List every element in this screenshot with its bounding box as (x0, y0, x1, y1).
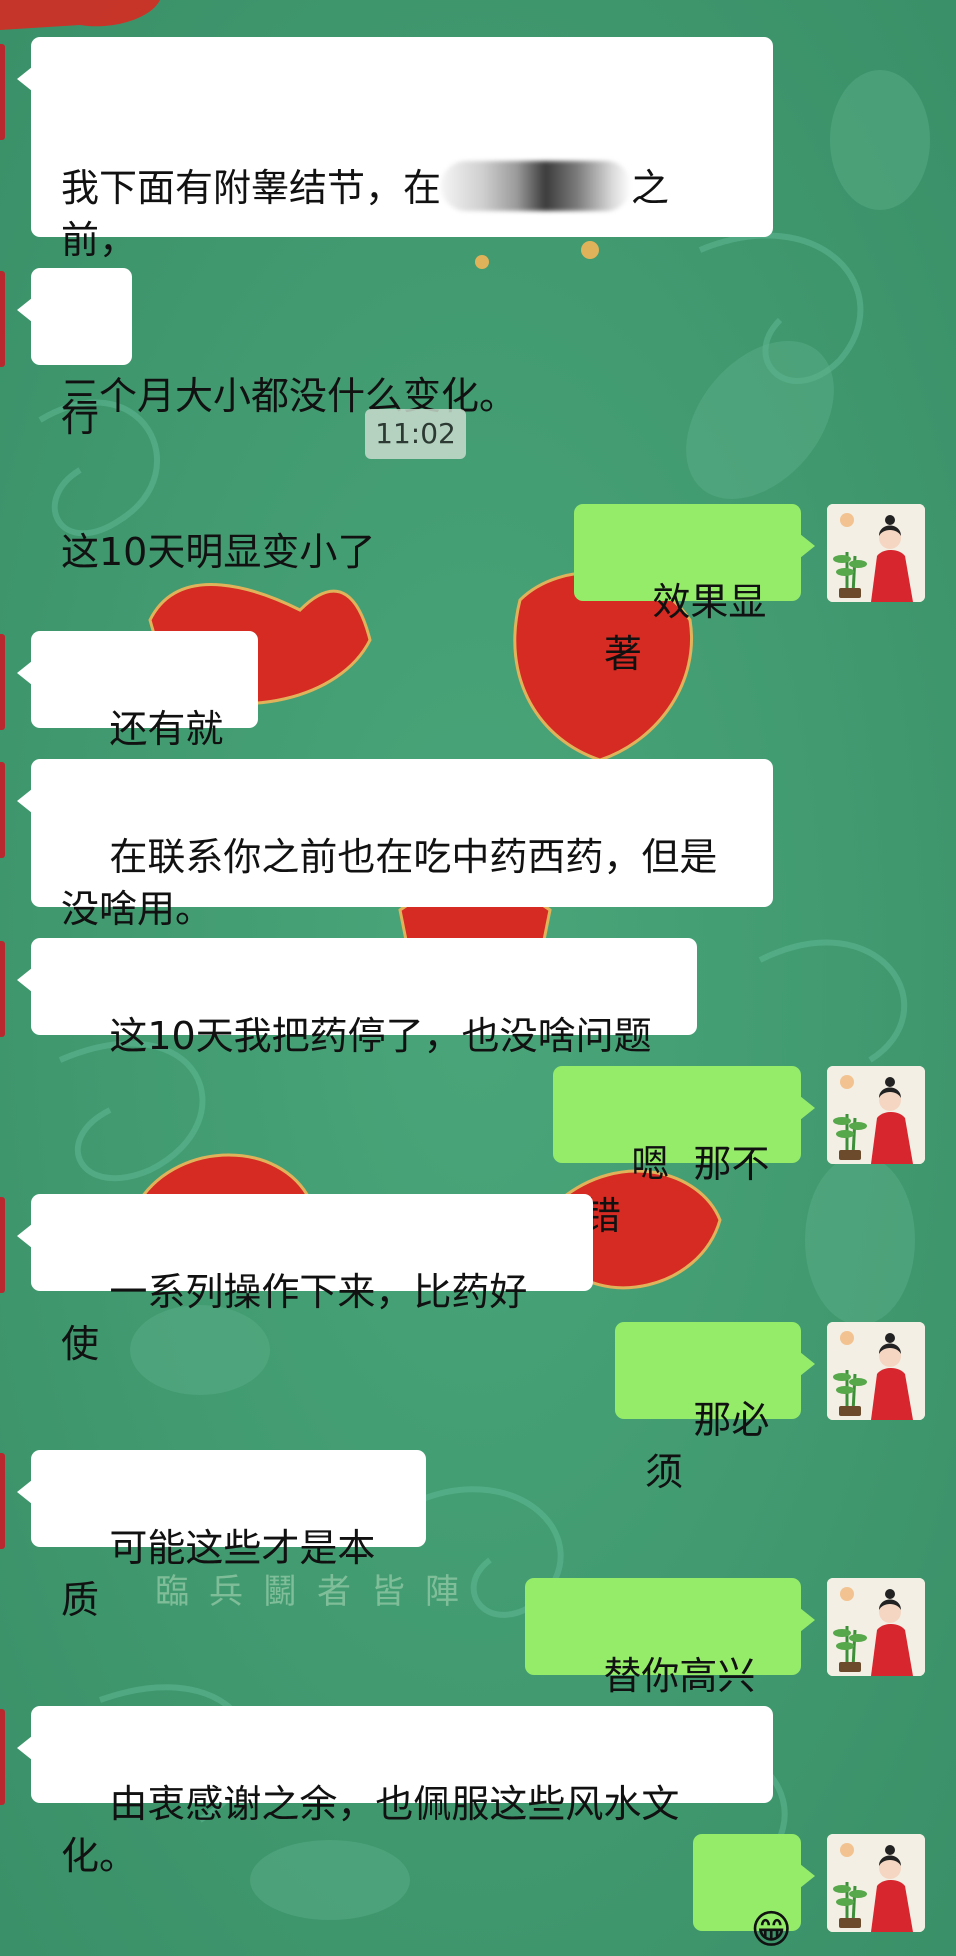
redacted-blur (441, 161, 632, 211)
peer-avatar-edge[interactable] (0, 941, 5, 1037)
self-avatar[interactable] (827, 1578, 925, 1676)
message-text: 一系列操作下来，比药好使 (61, 1270, 528, 1366)
message-text: 行 (61, 396, 100, 440)
message-bubble[interactable]: 由衷感谢之余，也佩服这些风水文化。 (17, 1706, 773, 1878)
peer-avatar-edge[interactable] (0, 634, 5, 730)
message-text: 由衷感谢之余，也佩服这些风水文化。 (61, 1782, 680, 1878)
timestamp: 11:02 (365, 409, 466, 459)
message-text: 这10天我把药停了，也没啥问题 (109, 1014, 652, 1058)
message-text-line: 我下面有附睾结节，在 之前， (61, 161, 743, 266)
message-bubble[interactable]: 还有就是 (17, 631, 258, 803)
self-avatar[interactable] (827, 1834, 925, 1932)
avatar-image (827, 1834, 925, 1932)
message-bubble-outgoing[interactable]: 那必须 (615, 1322, 815, 1494)
message-bubble[interactable]: 一系列操作下来，比药好使 (17, 1194, 593, 1366)
avatar-image (827, 504, 925, 602)
message-bubble[interactable]: 行 (17, 268, 132, 440)
self-avatar[interactable] (827, 1322, 925, 1420)
message-text: 替你高兴 (603, 1654, 756, 1698)
avatar-image (827, 1322, 925, 1420)
message-bubble-outgoing[interactable]: 替你高兴👍 (525, 1578, 815, 1751)
message-bubble[interactable]: 在联系你之前也在吃中药西药，但是 没啥用。 (17, 759, 773, 931)
peer-avatar-edge[interactable] (0, 1453, 5, 1549)
avatar-image (827, 1578, 925, 1676)
message-text: 在联系你之前也在吃中药西药，但是 没啥用。 (61, 835, 718, 931)
message-text: 那必须 (645, 1398, 770, 1494)
self-avatar[interactable] (827, 504, 925, 602)
peer-avatar-edge[interactable] (0, 762, 5, 858)
message-bubble-outgoing[interactable]: 嗯 那不错 (553, 1066, 815, 1238)
message-bubble[interactable]: 这10天我把药停了，也没啥问题 (17, 938, 697, 1058)
message-bubble-outgoing[interactable]: 效果显著 (574, 504, 815, 676)
chat-area[interactable]: 我下面有附睾结节，在 之前， 三个月大小都没什么变化。 这10天明显变小了 行 1… (0, 0, 956, 1956)
message-text: 可能这些才是本质 (61, 1526, 376, 1622)
avatar-image (827, 1066, 925, 1164)
peer-avatar-edge[interactable] (0, 44, 5, 140)
peer-avatar-edge[interactable] (0, 1709, 5, 1805)
grinning-face-icon: 😁 (750, 1907, 793, 1953)
message-bubble-outgoing[interactable]: 😁 (693, 1834, 815, 1953)
peer-avatar-edge[interactable] (0, 271, 5, 367)
message-bubble[interactable]: 我下面有附睾结节，在 之前， 三个月大小都没什么变化。 这10天明显变小了 (17, 37, 773, 574)
message-bubble[interactable]: 可能这些才是本质 (17, 1450, 426, 1622)
peer-avatar-edge[interactable] (0, 1197, 5, 1293)
self-avatar[interactable] (827, 1066, 925, 1164)
message-text: 我下面有附睾结节，在 (61, 166, 442, 210)
message-text: 嗯 那不错 (583, 1142, 770, 1238)
